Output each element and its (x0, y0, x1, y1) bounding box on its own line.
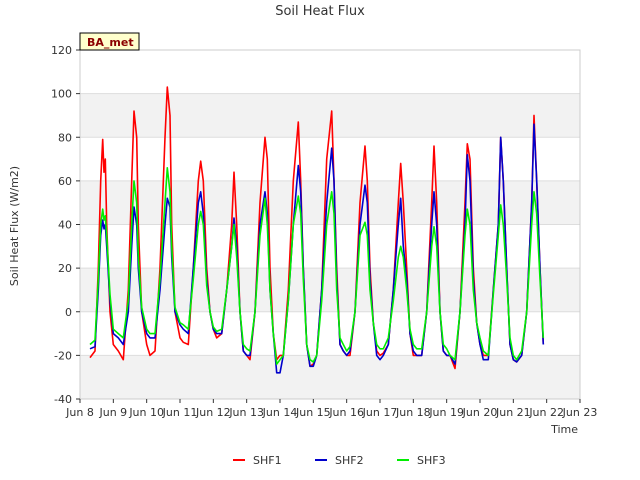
legend-label-shf1: SHF1 (253, 454, 282, 467)
x-tick-label: Jun 10 (128, 406, 164, 419)
y-tick-label: 20 (58, 262, 72, 275)
y-tick-label: 40 (58, 219, 72, 232)
y-tick-label: 0 (65, 306, 72, 319)
x-tick-label: Jun 11 (162, 406, 198, 419)
site-badge: BA_met (79, 32, 140, 51)
x-tick-label: Jun 9 (98, 406, 127, 419)
y-tick-label: 60 (58, 175, 72, 188)
x-axis-ticks: Jun 8 Jun 9 Jun 10Jun 11Jun 12Jun 13Jun 14… (65, 399, 597, 419)
legend: SHF1 SHF2 SHF3 (233, 454, 446, 467)
y-tick-label: -20 (54, 349, 72, 362)
legend-label-shf3: SHF3 (417, 454, 446, 467)
x-tick-label: Jun 21 (495, 406, 531, 419)
y-tick-label: -40 (54, 393, 72, 406)
site-badge-label: BA_met (87, 36, 134, 49)
x-tick-label: Jun 23 (562, 406, 598, 419)
x-tick-label: Jun 12 (195, 406, 231, 419)
chart-title: Soil Heat Flux (275, 4, 365, 19)
x-tick-label: Jun 17 (362, 406, 398, 419)
x-tick-label: Jun 18 (395, 406, 431, 419)
x-tick-label: Jun 13 (228, 406, 264, 419)
plot-band (80, 268, 580, 312)
x-tick-label: Jun 19 (428, 406, 464, 419)
y-tick-label: 80 (58, 131, 72, 144)
x-tick-label: Jun 15 (295, 406, 331, 419)
x-tick-label: Jun 14 (262, 406, 298, 419)
plot-band (80, 355, 580, 399)
x-tick-label: Jun 16 (328, 406, 364, 419)
y-tick-label: 120 (51, 44, 72, 57)
legend-label-shf2: SHF2 (335, 454, 364, 467)
plot-band (80, 50, 580, 94)
x-axis-label: Time (550, 423, 578, 436)
x-tick-label: Jun 22 (528, 406, 564, 419)
soil-heat-flux-chart: Soil Heat Flux -40 -20 0 20 40 60 80 100 120 Jun… (8, 4, 597, 467)
x-tick-label: Jun 20 (462, 406, 498, 419)
y-axis-label: Soil Heat Flux (W/m2) (8, 166, 21, 286)
y-tick-label: 100 (51, 88, 72, 101)
x-tick-label: Jun 8 (65, 406, 94, 419)
y-axis-ticks: -40 -20 0 20 40 60 80 100 120 (51, 44, 80, 406)
